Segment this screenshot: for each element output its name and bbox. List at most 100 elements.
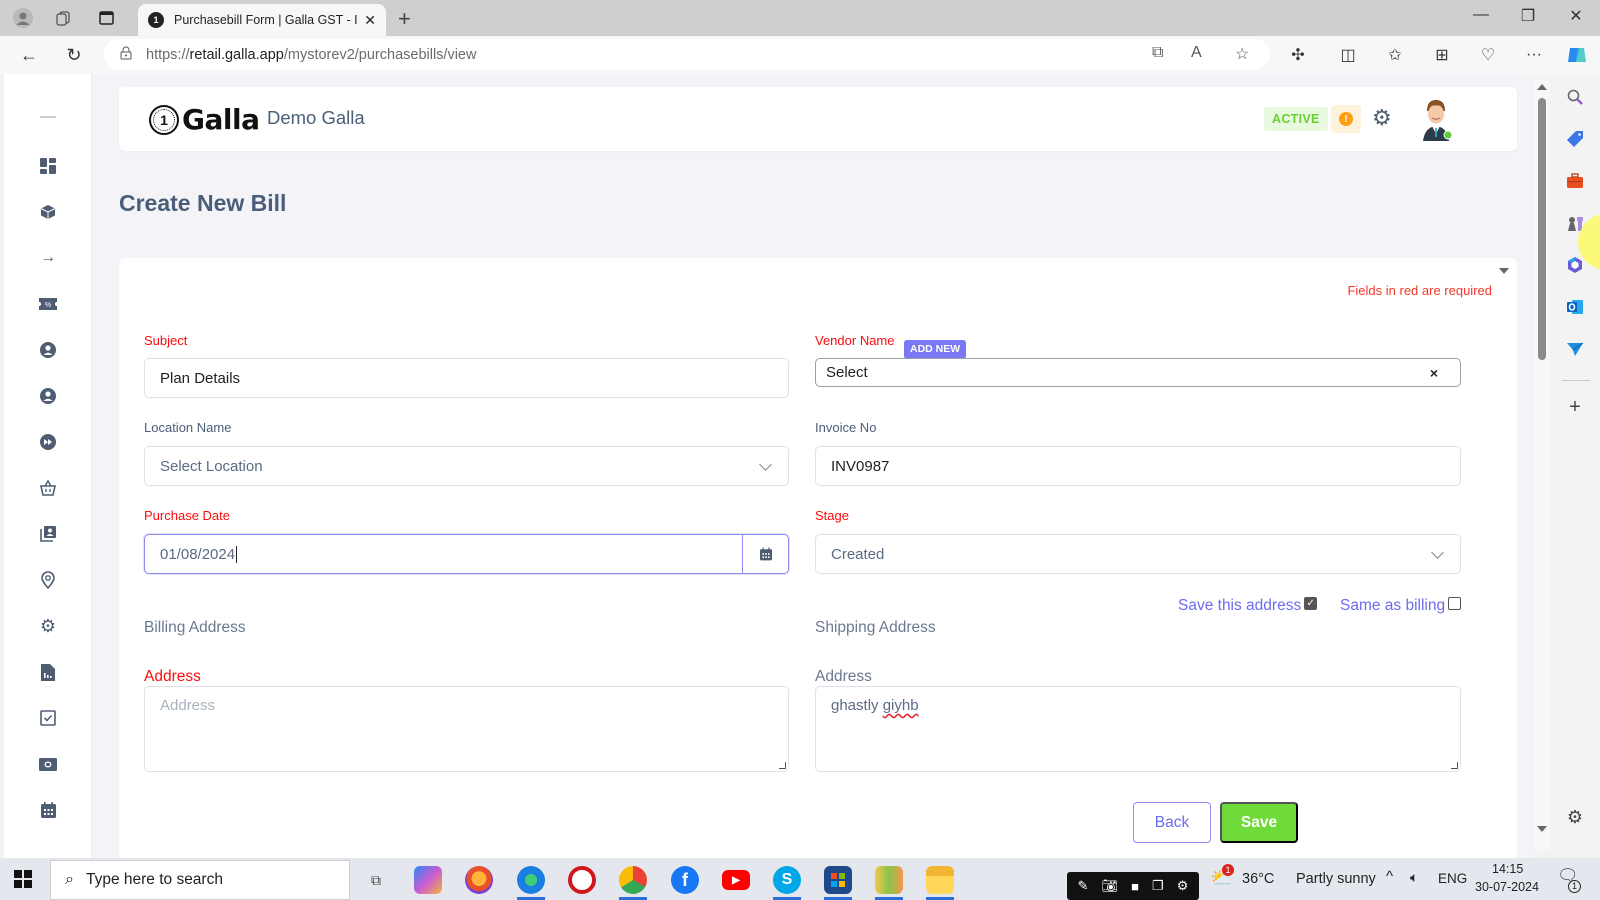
- capture-settings-icon[interactable]: ⚙: [1177, 878, 1189, 894]
- product-box-icon[interactable]: [38, 202, 58, 222]
- invoice-no-input[interactable]: INV0987: [815, 446, 1461, 486]
- save-this-address-option[interactable]: Save this address ✓: [1178, 596, 1318, 615]
- outlook-icon[interactable]: [1564, 296, 1586, 318]
- checkbox-icon[interactable]: [38, 708, 58, 728]
- settings-icon[interactable]: ⚙: [38, 616, 58, 636]
- user-icon[interactable]: [38, 340, 58, 360]
- add-new-vendor-button[interactable]: ADD NEW: [904, 340, 967, 359]
- firefox-icon[interactable]: [465, 866, 493, 894]
- back-button[interactable]: Back: [1133, 802, 1211, 843]
- user-circle-icon[interactable]: [38, 386, 58, 406]
- settings-gear-icon[interactable]: ⚙: [1372, 105, 1392, 131]
- calendar-icon[interactable]: [38, 800, 58, 820]
- volume-icon[interactable]: 🔈︎: [1410, 869, 1418, 886]
- sidebar-toggle[interactable]: [40, 116, 56, 118]
- search-icon[interactable]: [1564, 86, 1586, 108]
- taskbar-search[interactable]: ⌕ Type here to search: [50, 860, 350, 900]
- url-text[interactable]: https://retail.galla.app/mystorev2/purch…: [146, 47, 476, 63]
- vendor-select[interactable]: Select ×: [815, 358, 1461, 387]
- task-view-icon[interactable]: ⧉: [362, 866, 390, 894]
- resize-handle[interactable]: [1451, 762, 1458, 769]
- address-bar[interactable]: https://retail.galla.app/mystorev2/purch…: [104, 39, 1270, 70]
- extensions-icon[interactable]: ✣: [1286, 43, 1310, 67]
- tools-icon[interactable]: [1564, 170, 1586, 192]
- basket-icon[interactable]: [38, 478, 58, 498]
- restore-button[interactable]: ❐: [1508, 6, 1548, 26]
- dashboard-icon[interactable]: [38, 156, 58, 176]
- copy-icon[interactable]: ❐: [1152, 878, 1164, 894]
- read-aloud-icon[interactable]: A: [1191, 44, 1202, 62]
- resize-handle[interactable]: [779, 762, 786, 769]
- favorite-star-icon[interactable]: ☆: [1235, 44, 1249, 64]
- edge-taskbar-icon[interactable]: [517, 866, 545, 894]
- cash-icon[interactable]: [38, 754, 58, 774]
- arrow-right-icon[interactable]: →: [38, 248, 58, 268]
- favorites-icon[interactable]: ✩: [1383, 43, 1407, 67]
- video-icon[interactable]: ■: [1131, 879, 1139, 894]
- save-this-address-checkbox[interactable]: ✓: [1304, 596, 1318, 610]
- galla-logo[interactable]: 1 Galla: [149, 103, 260, 136]
- collapse-caret-icon[interactable]: [1499, 268, 1509, 274]
- sidebar-settings-icon[interactable]: ⚙: [1564, 806, 1586, 828]
- collections-icon[interactable]: ⊞: [1430, 43, 1454, 67]
- page-scrollbar[interactable]: [1534, 80, 1550, 850]
- shipping-address-textarea[interactable]: ghastly giyhb: [815, 686, 1461, 772]
- browser-essentials-icon[interactable]: ♡: [1476, 43, 1500, 67]
- location-select[interactable]: Select Location: [144, 446, 789, 486]
- split-screen-icon[interactable]: ◫: [1336, 43, 1360, 67]
- tray-overflow-icon[interactable]: ^: [1386, 868, 1393, 885]
- scroll-thumb[interactable]: [1538, 98, 1546, 360]
- new-tab-button[interactable]: +: [398, 6, 411, 32]
- back-icon[interactable]: ←: [17, 43, 41, 67]
- windows-start-icon[interactable]: [14, 870, 32, 888]
- skype-icon[interactable]: S: [773, 866, 801, 894]
- location-pin-icon[interactable]: [38, 570, 58, 590]
- pen-icon[interactable]: ✎: [1078, 878, 1089, 894]
- lock-icon[interactable]: [120, 46, 132, 63]
- tab-close-icon[interactable]: ✕: [364, 12, 376, 29]
- stage-select[interactable]: Created: [815, 534, 1461, 574]
- youtube-icon[interactable]: ▶: [722, 870, 750, 890]
- tab-actions-icon[interactable]: [95, 7, 117, 29]
- add-sidebar-app-icon[interactable]: +: [1564, 396, 1586, 418]
- weather-temp[interactable]: 36°C: [1242, 871, 1274, 887]
- weather-description[interactable]: Partly sunny: [1296, 871, 1376, 887]
- clock-date[interactable]: 30-07-2024: [1475, 880, 1539, 894]
- profile-icon[interactable]: [12, 7, 34, 29]
- send-icon[interactable]: [1564, 338, 1586, 360]
- close-window-button[interactable]: ✕: [1556, 6, 1596, 26]
- browser-tab-active[interactable]: 1 Purchasebill Form | Galla GST - In ✕: [138, 4, 386, 36]
- copilot-taskbar-icon[interactable]: [414, 866, 442, 894]
- purchase-date-input[interactable]: 01/08/2024: [144, 534, 789, 574]
- contacts-icon[interactable]: [38, 524, 58, 544]
- clock-time[interactable]: 14:15: [1492, 862, 1523, 876]
- avatar[interactable]: [1419, 97, 1453, 141]
- camera-icon[interactable]: 📷︎: [1102, 878, 1119, 894]
- discount-ticket-icon[interactable]: %: [38, 294, 58, 314]
- workspaces-icon[interactable]: [52, 7, 74, 29]
- more-menu-icon[interactable]: ···: [1522, 43, 1546, 67]
- shopping-tag-icon[interactable]: [1564, 128, 1586, 150]
- chrome-icon[interactable]: [619, 866, 647, 894]
- refresh-icon[interactable]: ↻: [62, 43, 86, 67]
- report-icon[interactable]: [38, 662, 58, 682]
- same-as-billing-option[interactable]: Same as billing: [1340, 596, 1462, 615]
- scroll-down-arrow[interactable]: [1537, 826, 1547, 832]
- subject-input[interactable]: Plan Details: [144, 358, 789, 398]
- facebook-icon[interactable]: f: [671, 866, 699, 894]
- date-picker-button[interactable]: [742, 535, 788, 573]
- open-in-app-icon[interactable]: ⧉: [1152, 44, 1163, 62]
- minimize-button[interactable]: —: [1461, 6, 1501, 24]
- scroll-up-arrow[interactable]: [1537, 84, 1547, 90]
- copilot-icon[interactable]: [1565, 43, 1589, 67]
- same-as-billing-checkbox[interactable]: [1448, 596, 1462, 610]
- language-indicator[interactable]: ENG: [1438, 871, 1467, 886]
- clear-vendor-icon[interactable]: ×: [1430, 365, 1438, 381]
- fast-forward-icon[interactable]: [38, 432, 58, 452]
- save-button[interactable]: Save: [1220, 802, 1298, 843]
- warning-button[interactable]: !: [1331, 105, 1361, 133]
- file-explorer-icon[interactable]: [926, 866, 954, 894]
- billing-address-textarea[interactable]: Address: [144, 686, 789, 772]
- screen-recorder-icon[interactable]: [568, 866, 596, 894]
- microsoft-store-icon[interactable]: [824, 866, 852, 894]
